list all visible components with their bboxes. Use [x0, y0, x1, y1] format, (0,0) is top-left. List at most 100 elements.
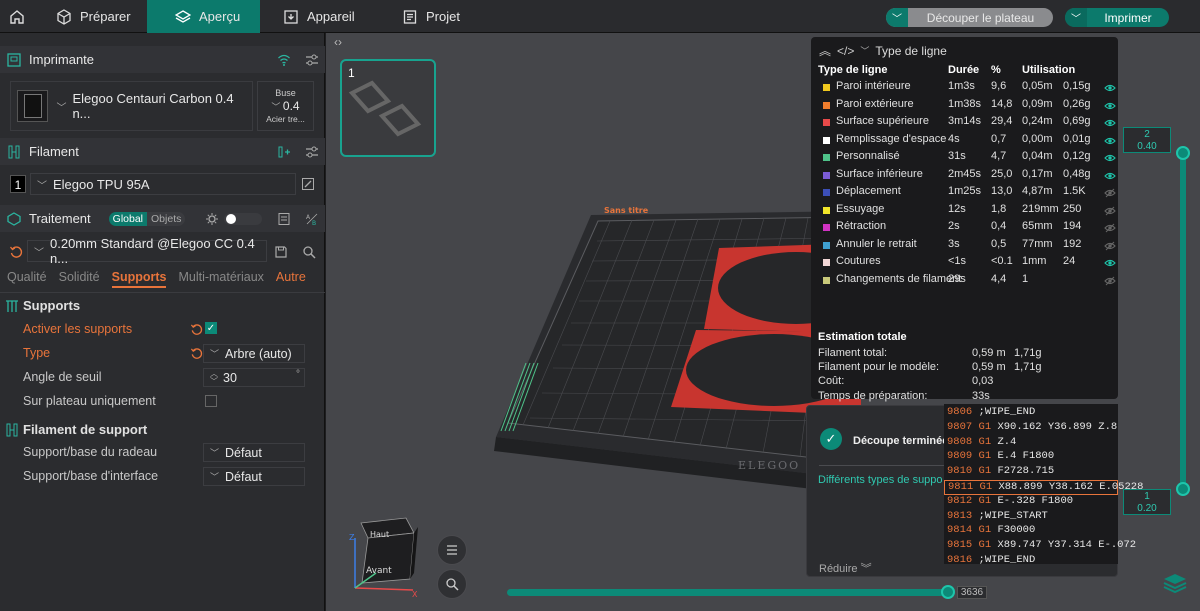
- view-cube[interactable]: Haut Avant Z X: [349, 517, 418, 599]
- code-icon[interactable]: </>: [837, 44, 854, 58]
- support-type-select[interactable]: ﹀ Arbre (auto): [203, 344, 305, 363]
- gcode-line[interactable]: 9811 G1 X88.899 Y38.162 E.05228: [944, 480, 1143, 495]
- raft-support-label: Support/base du radeau: [23, 445, 158, 459]
- legend-row[interactable]: Annuler le retrait 3s 0,5 77mm 192: [818, 238, 1118, 255]
- legend-row[interactable]: Paroi extérieure 1m38s 14,8 0,09m 0,26g: [818, 98, 1118, 115]
- compare-icon[interactable]: [276, 211, 292, 227]
- tab-supports[interactable]: Supports: [111, 270, 167, 288]
- on-plate-only-checkbox[interactable]: [205, 395, 217, 407]
- line-type-percent: 4,4: [991, 272, 1007, 285]
- legend-row[interactable]: Coutures <1s <0.1 1mm 24: [818, 255, 1118, 272]
- objects-toggle[interactable]: Objets: [147, 211, 186, 226]
- printer-select[interactable]: ﹀ Elegoo Centauri Carbon 0.4 n...: [10, 81, 253, 131]
- gcode-line[interactable]: 9808 G1 Z.4: [944, 436, 1118, 451]
- tab-strength[interactable]: Solidité: [59, 270, 100, 288]
- collapse-up-icon[interactable]: ︽: [819, 42, 831, 59]
- gcode-line[interactable]: 9815 G1 X89.747 Y37.314 E-.072: [944, 539, 1136, 554]
- legend-row[interactable]: Surface supérieure 3m14s 29,4 0,24m 0,69g: [818, 115, 1118, 132]
- line-type-weight: 0,26g: [1063, 97, 1091, 110]
- gcode-line[interactable]: 9807 G1 X90.162 Y36.899 Z.8: [944, 421, 1118, 436]
- eye-off-icon[interactable]: [1104, 275, 1116, 287]
- reset-icon[interactable]: [8, 244, 24, 260]
- legend-row[interactable]: Personnalisé 31s 4,7 0,04m 0,12g: [818, 150, 1118, 167]
- support-types-link[interactable]: Différents types de suppo: [818, 474, 943, 486]
- reset-icon[interactable]: [188, 345, 204, 361]
- legend-view-type[interactable]: Type de ligne: [875, 44, 946, 58]
- nozzle-select[interactable]: Buse ﹀ 0.4 Acier tre...: [257, 81, 314, 131]
- legend-row[interactable]: Paroi intérieure 1m3s 9,6 0,05m 0,15g: [818, 80, 1118, 97]
- legend-row[interactable]: Surface inférieure 2m45s 25,0 0,17m 0,48g: [818, 168, 1118, 185]
- wifi-icon[interactable]: [276, 52, 292, 68]
- legend-row[interactable]: Essuyage 12s 1,8 219mm 250: [818, 203, 1118, 220]
- collapse-link[interactable]: Réduire ︾: [819, 560, 872, 576]
- eye-off-icon[interactable]: [1104, 187, 1116, 199]
- global-toggle[interactable]: Global: [108, 211, 148, 226]
- gcode-line[interactable]: 9809 G1 E.4 F1800: [944, 450, 1118, 465]
- eye-off-icon[interactable]: [1104, 240, 1116, 252]
- search-icon[interactable]: [301, 244, 317, 260]
- ab-compare-icon[interactable]: AB: [304, 211, 320, 227]
- eye-off-icon[interactable]: [1104, 205, 1116, 217]
- process-preset-select[interactable]: ﹀ 0.20mm Standard @Elegoo CC 0.4 n...: [27, 236, 267, 266]
- slice-plate-button[interactable]: ﹀ Découper le plateau: [886, 8, 1053, 27]
- enable-supports-checkbox[interactable]: ✓: [205, 322, 217, 334]
- filament-select[interactable]: ﹀ Elegoo TPU 95A: [30, 173, 296, 195]
- add-filament-icon[interactable]: [276, 144, 292, 160]
- layers-menu-button[interactable]: [437, 535, 467, 565]
- tab-device[interactable]: Appareil: [255, 0, 375, 33]
- eye-off-icon[interactable]: [1104, 222, 1116, 234]
- collapse-sidebar-icon[interactable]: ‹›: [334, 35, 348, 51]
- layers-stack-icon[interactable]: [1162, 572, 1188, 596]
- save-preset-icon[interactable]: [273, 244, 289, 260]
- gcode-line[interactable]: 9810 G1 F2728.715: [944, 465, 1118, 480]
- legend-row[interactable]: Remplissage d'espace 4s 0,7 0,00m 0,01g: [818, 133, 1118, 150]
- gcode-line[interactable]: 9806 ;WIPE_END: [944, 406, 1118, 421]
- move-slider-track[interactable]: [507, 589, 952, 596]
- threshold-angle-input[interactable]: ︿ ﹀ 30 °: [203, 368, 305, 387]
- tab-multimaterial[interactable]: Multi-matériaux: [178, 270, 263, 288]
- tab-other[interactable]: Autre: [276, 270, 306, 288]
- layer-slider-track[interactable]: [1180, 153, 1186, 493]
- eye-icon[interactable]: [1104, 170, 1116, 182]
- tab-preview[interactable]: Aperçu: [147, 0, 260, 33]
- move-slider-knob[interactable]: [941, 585, 955, 599]
- raft-support-select[interactable]: ﹀ Défaut: [203, 443, 305, 462]
- tab-prepare[interactable]: Préparer: [28, 0, 146, 33]
- gcode-line[interactable]: 9816 ;WIPE_END: [944, 554, 1118, 569]
- layer-slider-bottom-knob[interactable]: [1176, 482, 1190, 496]
- gcode-line[interactable]: 9814 G1 F30000: [944, 524, 1118, 539]
- interface-support-select[interactable]: ﹀ Défaut: [203, 467, 305, 486]
- gcode-line[interactable]: 9813 ;WIPE_START: [944, 510, 1118, 525]
- global-objects-toggle[interactable]: Global Objets: [108, 211, 186, 226]
- tab-quality[interactable]: Qualité: [7, 270, 47, 288]
- eye-icon[interactable]: [1104, 117, 1116, 129]
- eye-icon[interactable]: [1104, 152, 1116, 164]
- filament-slot-badge[interactable]: 1: [10, 175, 26, 193]
- tab-project[interactable]: Projet: [374, 0, 484, 33]
- print-button[interactable]: ﹀ Imprimer: [1065, 8, 1169, 27]
- legend-row[interactable]: Rétraction 2s 0,4 65mm 194: [818, 220, 1118, 237]
- edit-filament-icon[interactable]: [300, 176, 316, 192]
- line-type-weight: 24: [1063, 255, 1076, 267]
- legend-row[interactable]: Déplacement 1m25s 13,0 4,87m 1.5K: [818, 185, 1118, 202]
- filament-settings-icon[interactable]: [304, 144, 320, 160]
- plate-thumbnail[interactable]: 1: [340, 59, 436, 157]
- printer-settings-icon[interactable]: [304, 52, 320, 68]
- advanced-settings-icon[interactable]: [204, 211, 220, 227]
- advanced-toggle[interactable]: [224, 213, 262, 225]
- eye-icon[interactable]: [1104, 135, 1116, 147]
- eye-icon[interactable]: [1104, 82, 1116, 94]
- eye-icon[interactable]: [1104, 100, 1116, 112]
- legend-row[interactable]: Changements de filament 29s 4,4 1: [818, 273, 1118, 290]
- gcode-line[interactable]: 9812 G1 E-.328 F1800: [944, 495, 1118, 510]
- stepper-icon[interactable]: ︿ ﹀: [210, 369, 218, 386]
- slice-dropdown-chevron-icon[interactable]: ﹀: [886, 8, 908, 27]
- legend-title-bar[interactable]: ︽ </> ﹀ Type de ligne: [819, 42, 947, 59]
- print-dropdown-chevron-icon[interactable]: ﹀: [1065, 8, 1087, 27]
- layer-slider-top-knob[interactable]: [1176, 146, 1190, 160]
- search-button[interactable]: [437, 569, 467, 599]
- reset-icon[interactable]: [188, 321, 204, 337]
- eye-icon[interactable]: [1104, 257, 1116, 269]
- line-type-percent: 29,4: [991, 115, 1013, 127]
- line-type-length: 0,09m: [1022, 97, 1053, 110]
